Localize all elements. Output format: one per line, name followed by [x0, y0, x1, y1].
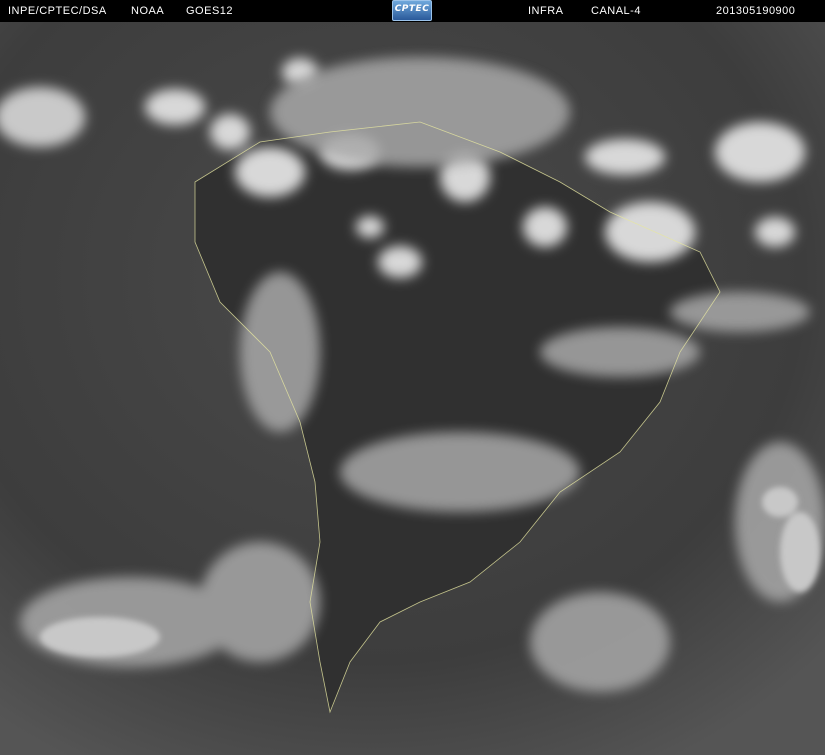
- agency-label: NOAA: [131, 5, 165, 17]
- logo-text: CPTEC: [394, 4, 430, 14]
- channel-type-label: INFRA: [528, 5, 564, 17]
- band-label: CANAL-4: [591, 5, 641, 17]
- cptec-logo: CPTEC: [392, 0, 432, 21]
- earth-disk-image: [0, 22, 825, 755]
- institution-label: INPE/CPTEC/DSA: [8, 5, 107, 17]
- timestamp-label: 201305190900: [716, 5, 796, 17]
- earth-disk: [0, 22, 825, 755]
- satellite-image-frame: INPE/CPTEC/DSA NOAA GOES12 CPTEC INFRA C…: [0, 0, 825, 755]
- satellite-label: GOES12: [186, 5, 234, 17]
- header-bar: INPE/CPTEC/DSA NOAA GOES12 CPTEC INFRA C…: [0, 0, 825, 22]
